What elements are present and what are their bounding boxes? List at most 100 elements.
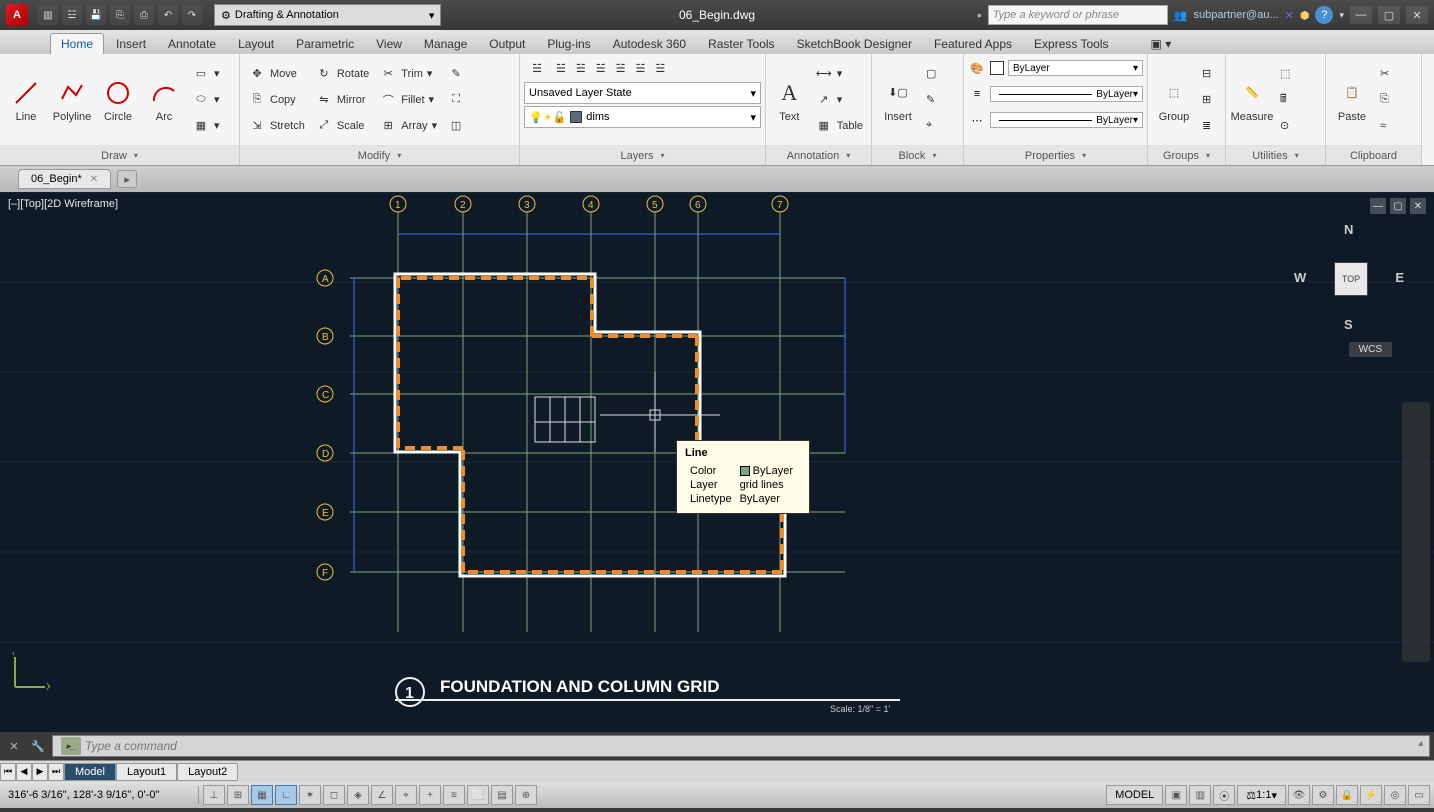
linetype-dropdown[interactable]: ByLayer▾	[990, 112, 1143, 128]
ribbon-tab-annotate[interactable]: Annotate	[158, 34, 226, 54]
ribbon-tab-rastertools[interactable]: Raster Tools	[698, 34, 784, 54]
fillet-button[interactable]: ⌒Fillet▾	[375, 88, 441, 112]
calc-button[interactable]: 🖩	[1276, 88, 1294, 112]
ribbon-tab-featured[interactable]: Featured Apps	[924, 34, 1022, 54]
sb-cleanscreen-icon[interactable]: ▭	[1408, 785, 1430, 805]
panel-title-utilities[interactable]: Utilities	[1226, 145, 1325, 165]
group-mgr-button[interactable]: ≣	[1198, 114, 1215, 138]
panel-title-draw[interactable]: Draw	[0, 145, 239, 165]
ellipse-button[interactable]: ⬭▾	[188, 88, 224, 112]
ribbon-tab-autodesk360[interactable]: Autodesk 360	[603, 34, 696, 54]
ribbon-tab-extra-icon[interactable]: ▣ ▾	[1141, 34, 1182, 54]
array-button[interactable]: ⊞Array▾	[375, 114, 441, 138]
panel-title-annotation[interactable]: Annotation	[766, 145, 871, 165]
scale-button[interactable]: ⤢Scale	[311, 114, 373, 138]
ribbon-tab-sketchbook[interactable]: SketchBook Designer	[787, 34, 922, 54]
layer-off-button[interactable]: ☱	[552, 56, 570, 80]
sb-model-button[interactable]: MODEL	[1106, 785, 1163, 805]
measure-button[interactable]: 📏Measure	[1230, 61, 1274, 139]
point-button[interactable]: ⊙	[1276, 114, 1294, 138]
sb-ws-icon[interactable]: ⚙	[1312, 785, 1334, 805]
paste-button[interactable]: 📋Paste	[1330, 61, 1374, 139]
cmd-close-icon[interactable]: ✕	[4, 736, 24, 756]
command-input[interactable]: ▸_ Type a command ▴	[52, 735, 1430, 757]
ribbon-tab-layout[interactable]: Layout	[228, 34, 284, 54]
rotate-button[interactable]: ↻Rotate	[311, 62, 373, 86]
sb-tpy-icon[interactable]: ⬜	[467, 785, 489, 805]
drawing-canvas[interactable]: [–][Top][2D Wireframe] — ▢ ✕ 1 2 3 4 5 6…	[0, 192, 1434, 732]
erase-button[interactable]: ✎	[443, 62, 469, 86]
wcs-label[interactable]: WCS	[1349, 342, 1392, 357]
app-logo-icon[interactable]: A	[6, 4, 28, 26]
layer-prop-button[interactable]: ☱	[524, 56, 550, 80]
sb-annovisibility-icon[interactable]: 👁	[1288, 785, 1310, 805]
copy-clip-button[interactable]: ⎘	[1376, 88, 1393, 112]
layer-state-dropdown[interactable]: Unsaved Layer State▾	[524, 82, 761, 104]
sb-sc-icon[interactable]: ⊕	[515, 785, 537, 805]
sb-lwt-icon[interactable]: ≡	[443, 785, 465, 805]
cut-button[interactable]: ✂	[1376, 62, 1393, 86]
polyline-button[interactable]: Polyline	[50, 61, 94, 139]
ribbon-tab-home[interactable]: Home	[50, 33, 104, 54]
chevron-down-icon[interactable]: ▾	[1339, 10, 1344, 21]
ribbon-tab-parametric[interactable]: Parametric	[286, 34, 364, 54]
sb-annoscale-icon[interactable]: ⦿	[1213, 785, 1235, 805]
layout-tab-model[interactable]: Model	[64, 763, 116, 781]
group-edit-button[interactable]: ⊞	[1198, 88, 1215, 112]
layer-lock-button[interactable]: ☱	[592, 56, 610, 80]
sb-ortho-icon[interactable]: ∟	[275, 785, 297, 805]
layout-first-icon[interactable]: ⏮	[0, 763, 16, 781]
rectangle-button[interactable]: ▭▾	[188, 62, 224, 86]
panel-title-groups[interactable]: Groups	[1148, 145, 1225, 165]
minimize-button[interactable]: —	[1350, 6, 1372, 24]
sb-grid-icon[interactable]: ▦	[251, 785, 273, 805]
qat-open-icon[interactable]: ☳	[62, 5, 82, 25]
sb-isolate-icon[interactable]: ◎	[1384, 785, 1406, 805]
sb-snap-icon[interactable]: ⊞	[227, 785, 249, 805]
sb-quickview2-icon[interactable]: ▥	[1189, 785, 1211, 805]
cmd-history-icon[interactable]: ▴	[1418, 738, 1423, 749]
circle-button[interactable]: Circle	[96, 61, 140, 139]
panel-title-properties[interactable]: Properties	[964, 145, 1147, 165]
sb-polar-icon[interactable]: ✶	[299, 785, 321, 805]
trim-button[interactable]: ✂Trim▾	[375, 62, 441, 86]
qat-print-icon[interactable]: ⎙	[134, 5, 154, 25]
lineweight-dropdown[interactable]: ByLayer▾	[990, 86, 1143, 102]
offset-button[interactable]: ◫	[443, 114, 469, 138]
dimension-button[interactable]: ⟷▾	[811, 62, 867, 86]
maximize-button[interactable]: ▢	[1378, 6, 1400, 24]
sb-3dosnap-icon[interactable]: ◈	[347, 785, 369, 805]
hatch-button[interactable]: ▦▾	[188, 114, 224, 138]
sb-dyn-icon[interactable]: +	[419, 785, 441, 805]
arc-button[interactable]: Arc	[142, 61, 186, 139]
ribbon-tab-plugins[interactable]: Plug-ins	[537, 34, 600, 54]
move-button[interactable]: ✥Move	[244, 62, 309, 86]
layout-prev-icon[interactable]: ◀	[16, 763, 32, 781]
search-input[interactable]: Type a keyword or phrase	[988, 5, 1168, 25]
layout-tab-layout2[interactable]: Layout2	[177, 763, 238, 781]
sb-ducs-icon[interactable]: ⌖	[395, 785, 417, 805]
sb-toolbar-lock-icon[interactable]: 🔒	[1336, 785, 1358, 805]
panel-title-layers[interactable]: Layers	[520, 145, 765, 165]
layer-iso-button[interactable]: ☱	[612, 56, 630, 80]
ungroup-button[interactable]: ⊟	[1198, 62, 1215, 86]
ribbon-tab-manage[interactable]: Manage	[414, 34, 477, 54]
mirror-button[interactable]: ⇋Mirror	[311, 88, 373, 112]
sb-otrack-icon[interactable]: ∠	[371, 785, 393, 805]
insert-button[interactable]: ⬇▢Insert	[876, 61, 920, 139]
ribbon-tab-express[interactable]: Express Tools	[1024, 34, 1118, 54]
close-button[interactable]: ✕	[1406, 6, 1428, 24]
table-button[interactable]: ▦Table	[811, 114, 867, 138]
seek-icon[interactable]: •	[977, 7, 982, 23]
panel-title-block[interactable]: Block	[872, 145, 963, 165]
viewcube-top-face[interactable]: TOP	[1334, 262, 1368, 296]
explode-button[interactable]: ⛶	[443, 88, 469, 112]
new-tab-button[interactable]: ▸	[117, 170, 137, 188]
coords-readout[interactable]: 316'-6 3/16", 128'-3 9/16", 0'-0"	[4, 789, 194, 801]
stretch-button[interactable]: ⇲Stretch	[244, 114, 309, 138]
layer-freeze-button[interactable]: ☱	[572, 56, 590, 80]
text-button[interactable]: AText	[770, 61, 809, 139]
layout-next-icon[interactable]: ▶	[32, 763, 48, 781]
layer-prev-button[interactable]: ☱	[651, 56, 669, 80]
create-block-button[interactable]: ▢	[922, 62, 940, 86]
